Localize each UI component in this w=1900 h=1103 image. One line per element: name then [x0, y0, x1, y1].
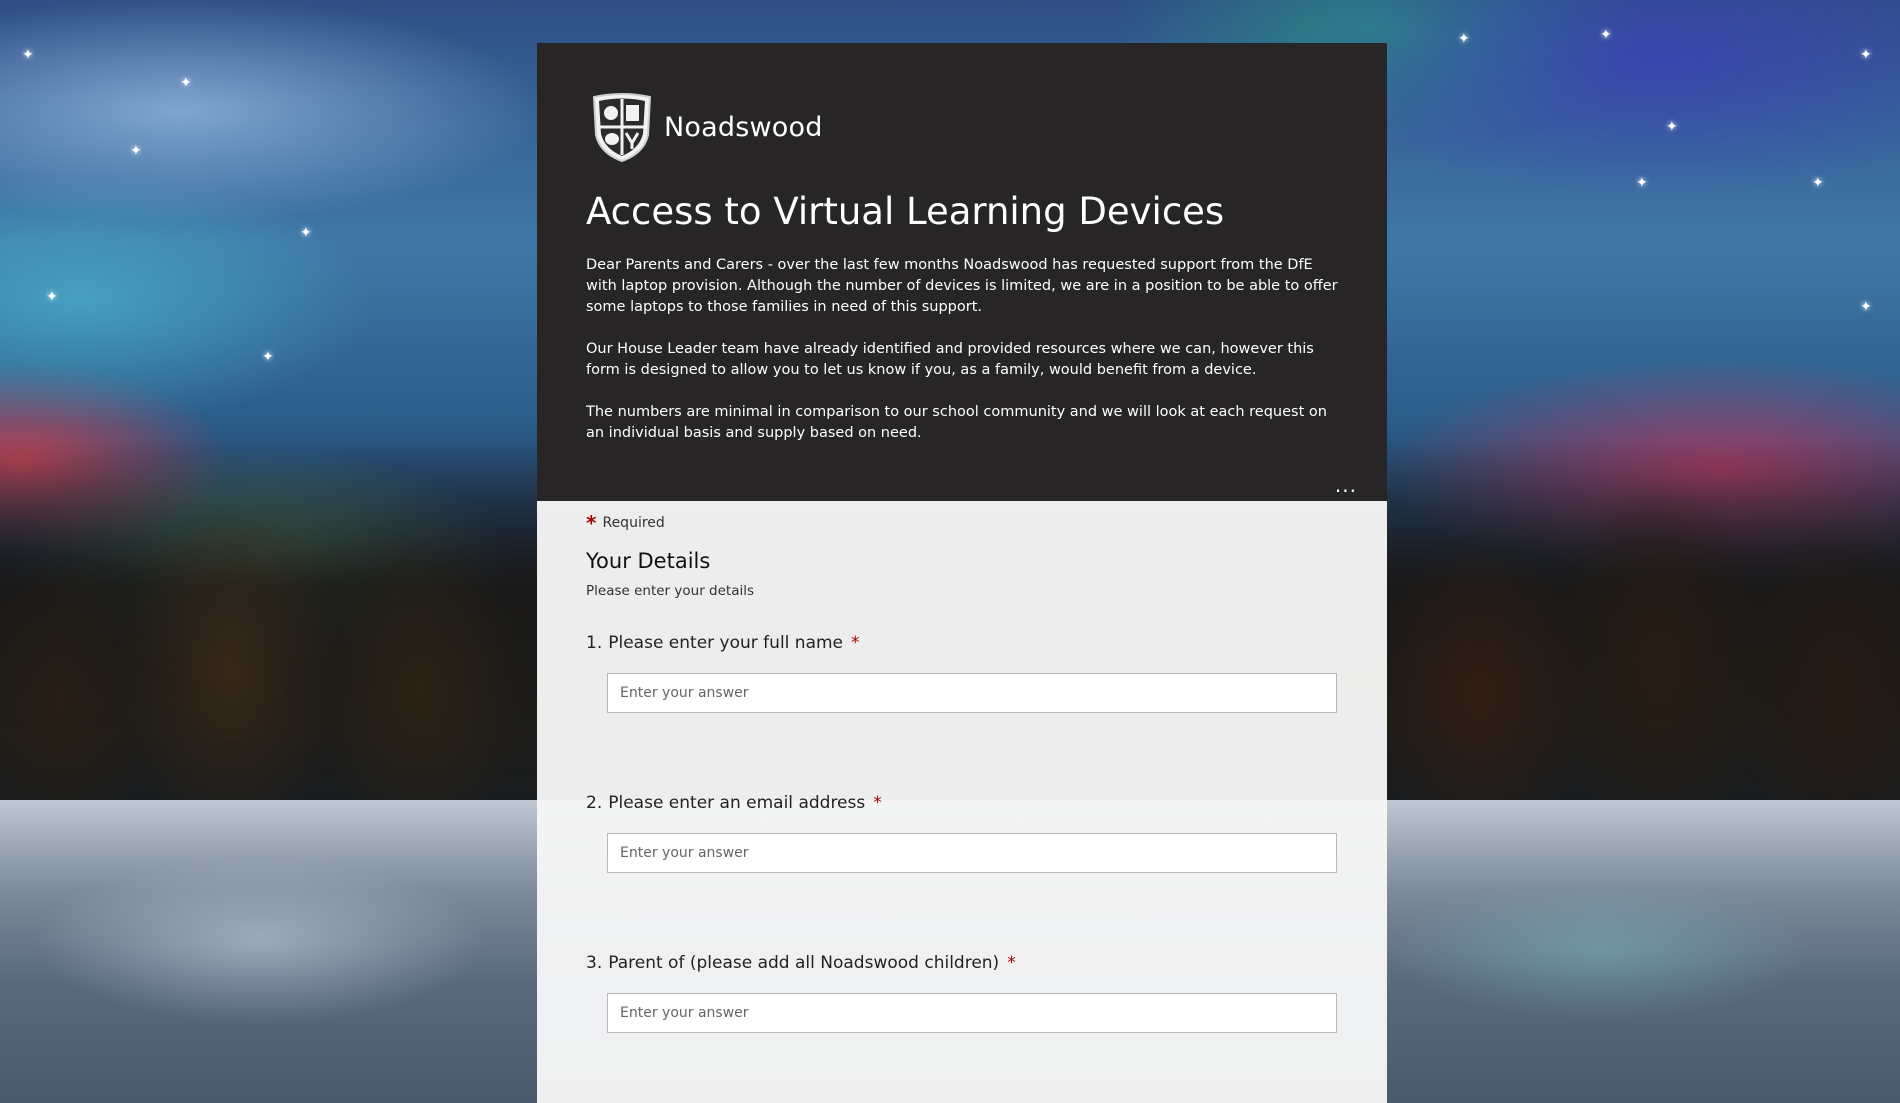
- parent-of-input[interactable]: [607, 993, 1337, 1033]
- required-label: Required: [602, 515, 665, 531]
- star-decoration: ✦: [1812, 175, 1824, 191]
- star-decoration: ✦: [130, 143, 142, 159]
- question-number: 3.: [586, 953, 603, 973]
- email-input[interactable]: [607, 833, 1337, 873]
- question-text: Please enter your full name: [608, 633, 844, 653]
- form-title: Access to Virtual Learning Devices: [586, 190, 1225, 233]
- star-decoration: ✦: [180, 75, 192, 91]
- question-text: Parent of (please add all Noadswood chil…: [608, 953, 1000, 973]
- question-parent-of: 3. Parent of (please add all Noadswood c…: [586, 953, 1339, 1033]
- star-decoration: ✦: [1860, 47, 1872, 63]
- question-number: 1.: [586, 633, 603, 653]
- description-paragraph: Our House Leader team have already ident…: [586, 341, 1314, 378]
- form-header: Noadswood Access to Virtual Learning Dev…: [537, 43, 1387, 501]
- school-crest-icon: [592, 93, 652, 163]
- form-description: Dear Parents and Carers - over the last …: [586, 255, 1339, 444]
- brand: Noadswood: [586, 91, 1339, 163]
- question-label: 3. Parent of (please add all Noadswood c…: [586, 953, 1339, 973]
- form-card: Noadswood Access to Virtual Learning Dev…: [537, 43, 1387, 1103]
- question-label: 2. Please enter an email address *: [586, 793, 1339, 813]
- question-full-name: 1. Please enter your full name *: [586, 633, 1339, 713]
- description-paragraph: The numbers are minimal in comparison to…: [586, 404, 1327, 441]
- question-text: Please enter an email address: [608, 793, 866, 813]
- star-decoration: ✦: [22, 47, 34, 63]
- form-body: * Required Your Details Please enter you…: [537, 501, 1387, 1103]
- full-name-input[interactable]: [607, 673, 1337, 713]
- star-decoration: ✦: [1666, 119, 1678, 135]
- required-star: *: [1007, 953, 1016, 973]
- more-options-button[interactable]: ...: [1335, 473, 1357, 497]
- star-decoration: ✦: [46, 289, 58, 305]
- brand-name: Noadswood: [664, 111, 823, 143]
- required-note: * Required: [586, 511, 1339, 535]
- section-subtitle: Please enter your details: [586, 583, 755, 599]
- required-star: *: [873, 793, 882, 813]
- star-decoration: ✦: [262, 349, 274, 365]
- star-decoration: ✦: [1636, 175, 1648, 191]
- required-star: *: [586, 511, 597, 535]
- description-paragraph: Dear Parents and Carers - over the last …: [586, 257, 1338, 315]
- section-title: Your Details: [586, 549, 711, 573]
- star-decoration: ✦: [1860, 299, 1872, 315]
- star-decoration: ✦: [300, 225, 312, 241]
- question-email: 2. Please enter an email address *: [586, 793, 1339, 873]
- star-decoration: ✦: [1458, 31, 1470, 47]
- star-decoration: ✦: [1600, 27, 1612, 43]
- question-label: 1. Please enter your full name *: [586, 633, 1339, 653]
- question-number: 2.: [586, 793, 603, 813]
- required-star: *: [851, 633, 860, 653]
